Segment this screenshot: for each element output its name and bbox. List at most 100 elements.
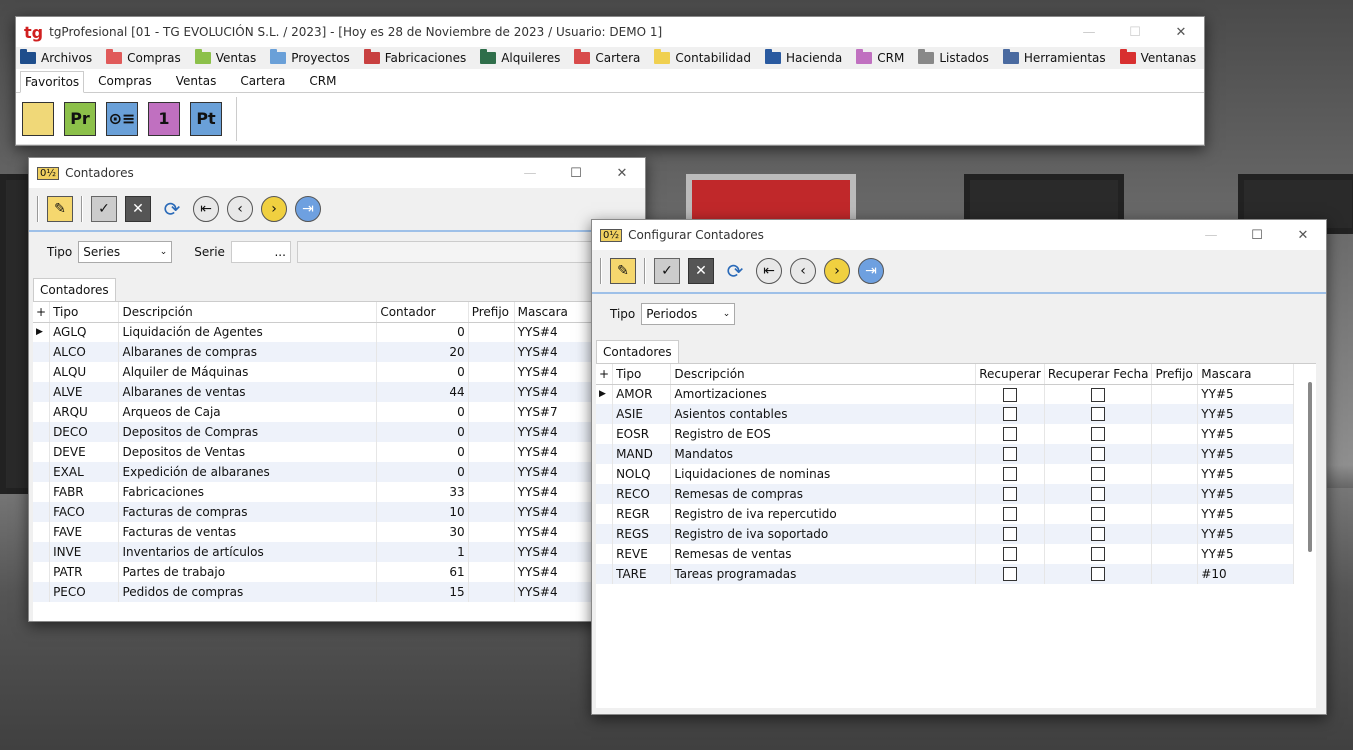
column-header[interactable]: Descripción — [670, 364, 977, 385]
table-cell[interactable] — [1151, 564, 1199, 584]
tab-contadores[interactable]: Contadores — [596, 340, 679, 363]
checkbox-cell[interactable] — [1044, 484, 1153, 504]
column-header[interactable]: Recuperar — [975, 364, 1045, 385]
table-cell[interactable]: 0 — [376, 402, 469, 422]
table-cell[interactable]: Mandatos — [670, 444, 977, 464]
menu-item-9[interactable]: CRM — [856, 49, 904, 65]
table-row[interactable]: ALVE Albaranes de ventas 44 YYS#4 — [33, 382, 645, 402]
pr-icon[interactable]: Pr — [64, 101, 96, 136]
table-cell[interactable]: 20 — [376, 342, 469, 362]
checkbox[interactable] — [1003, 547, 1018, 562]
last-record-icon[interactable]: ⇥ — [858, 258, 884, 284]
tab-1[interactable]: Compras — [88, 70, 162, 92]
pt-icon[interactable]: Pt — [190, 101, 222, 136]
table-cell[interactable] — [468, 402, 515, 422]
table-cell[interactable] — [468, 442, 515, 462]
accept-icon[interactable]: ✓ — [654, 258, 680, 284]
table-cell[interactable]: 30 — [376, 522, 469, 542]
table-cell[interactable]: Facturas de compras — [118, 502, 378, 522]
table-row[interactable]: INVE Inventarios de artículos 1 YYS#4 — [33, 542, 645, 562]
table-cell[interactable]: 0 — [376, 322, 469, 342]
table-row[interactable]: NOLQ Liquidaciones de nominas YY#5 — [596, 464, 1294, 484]
table-cell[interactable]: 0 — [376, 442, 469, 462]
table-cell[interactable] — [468, 382, 515, 402]
checkbox-cell[interactable] — [1044, 464, 1153, 484]
table-cell[interactable]: Expedición de albaranes — [118, 462, 378, 482]
archive-box-icon[interactable] — [22, 101, 54, 136]
minimize-button[interactable]: — — [1066, 17, 1112, 47]
table-cell[interactable] — [1151, 384, 1199, 404]
checkbox-cell[interactable] — [1044, 444, 1153, 464]
menu-item-11[interactable]: Herramientas — [1002, 49, 1106, 65]
table-cell[interactable]: YY#5 — [1197, 404, 1294, 424]
table-cell[interactable]: 10 — [376, 502, 469, 522]
table-cell[interactable]: YY#5 — [1197, 464, 1294, 484]
refresh-icon[interactable]: ⟳ — [722, 258, 748, 284]
table-cell[interactable]: REGS — [612, 524, 672, 544]
table-cell[interactable]: 61 — [376, 562, 469, 582]
table-cell[interactable]: RECO — [612, 484, 672, 504]
next-record-icon[interactable]: › — [261, 196, 287, 222]
column-header[interactable]: + — [33, 302, 51, 323]
table-row[interactable]: FAVE Facturas de ventas 30 YYS#4 — [33, 522, 645, 542]
table-row[interactable]: ▶ AGLQ Liquidación de Agentes 0 YYS#4 — [33, 322, 645, 342]
table-cell[interactable] — [468, 582, 515, 602]
maximize-button[interactable]: ☐ — [553, 158, 599, 188]
table-cell[interactable]: PATR — [49, 562, 120, 582]
menu-item-7[interactable]: Contabilidad — [654, 49, 751, 65]
table-row[interactable]: MAND Mandatos YY#5 — [596, 444, 1294, 464]
table-cell[interactable]: Inventarios de artículos — [118, 542, 378, 562]
table-row[interactable]: PECO Pedidos de compras 15 YYS#4 — [33, 582, 645, 602]
checkbox-cell[interactable] — [1044, 424, 1153, 444]
table-cell[interactable]: DECO — [49, 422, 120, 442]
table-cell[interactable]: REVE — [612, 544, 672, 564]
menu-item-6[interactable]: Cartera — [574, 49, 640, 65]
minimize-button[interactable]: — — [507, 158, 553, 188]
checkbox-cell[interactable] — [1044, 564, 1153, 584]
checkbox-cell[interactable] — [1044, 524, 1153, 544]
cancel-icon[interactable]: ✕ — [688, 258, 714, 284]
table-row[interactable]: ASIE Asientos contables YY#5 — [596, 404, 1294, 424]
table-cell[interactable]: PECO — [49, 582, 120, 602]
table-cell[interactable]: Arqueos de Caja — [118, 402, 378, 422]
checkbox-cell[interactable] — [1044, 544, 1153, 564]
menu-item-3[interactable]: Proyectos — [270, 49, 350, 65]
table-row[interactable]: ARQU Arqueos de Caja 0 YYS#7 — [33, 402, 645, 422]
table-cell[interactable]: Liquidaciones de nominas — [670, 464, 977, 484]
column-header[interactable]: Prefijo — [468, 302, 515, 323]
table-cell[interactable]: Albaranes de ventas — [118, 382, 378, 402]
table-cell[interactable]: YY#5 — [1197, 504, 1294, 524]
table-cell[interactable] — [468, 422, 515, 442]
previous-record-icon[interactable]: ‹ — [790, 258, 816, 284]
table-row[interactable]: DEVE Depositos de Ventas 0 YYS#4 — [33, 442, 645, 462]
table-cell[interactable] — [468, 542, 515, 562]
column-header[interactable]: + — [596, 364, 614, 385]
table-cell[interactable]: ALVE — [49, 382, 120, 402]
table-cell[interactable]: Registro de EOS — [670, 424, 977, 444]
maximize-button[interactable]: ☐ — [1234, 220, 1280, 250]
refresh-icon[interactable]: ⟳ — [159, 196, 185, 222]
checkbox[interactable] — [1003, 427, 1018, 442]
calendar-icon[interactable]: 1 — [148, 101, 180, 136]
checkbox[interactable] — [1091, 467, 1106, 482]
table-cell[interactable] — [1151, 484, 1199, 504]
table-cell[interactable]: FACO — [49, 502, 120, 522]
next-record-icon[interactable]: › — [824, 258, 850, 284]
cancel-icon[interactable]: ✕ — [125, 196, 151, 222]
table-row[interactable]: REVE Remesas de ventas YY#5 — [596, 544, 1294, 564]
table-row[interactable]: REGR Registro de iva repercutido YY#5 — [596, 504, 1294, 524]
table-cell[interactable] — [468, 482, 515, 502]
edit-icon[interactable]: ✎ — [47, 196, 73, 222]
table-cell[interactable]: TARE — [612, 564, 672, 584]
table-row[interactable]: TARE Tareas programadas #10 — [596, 564, 1294, 584]
checkbox[interactable] — [1003, 527, 1018, 542]
close-button[interactable]: ✕ — [1158, 17, 1204, 47]
table-cell[interactable]: NOLQ — [612, 464, 672, 484]
checkbox[interactable] — [1003, 447, 1018, 462]
table-cell[interactable]: ALCO — [49, 342, 120, 362]
checkbox[interactable] — [1003, 407, 1018, 422]
table-row[interactable]: ALQU Alquiler de Máquinas 0 YYS#4 — [33, 362, 645, 382]
table-cell[interactable]: YY#5 — [1197, 444, 1294, 464]
column-header[interactable]: Prefijo — [1151, 364, 1199, 385]
checkbox-cell[interactable] — [975, 564, 1045, 584]
